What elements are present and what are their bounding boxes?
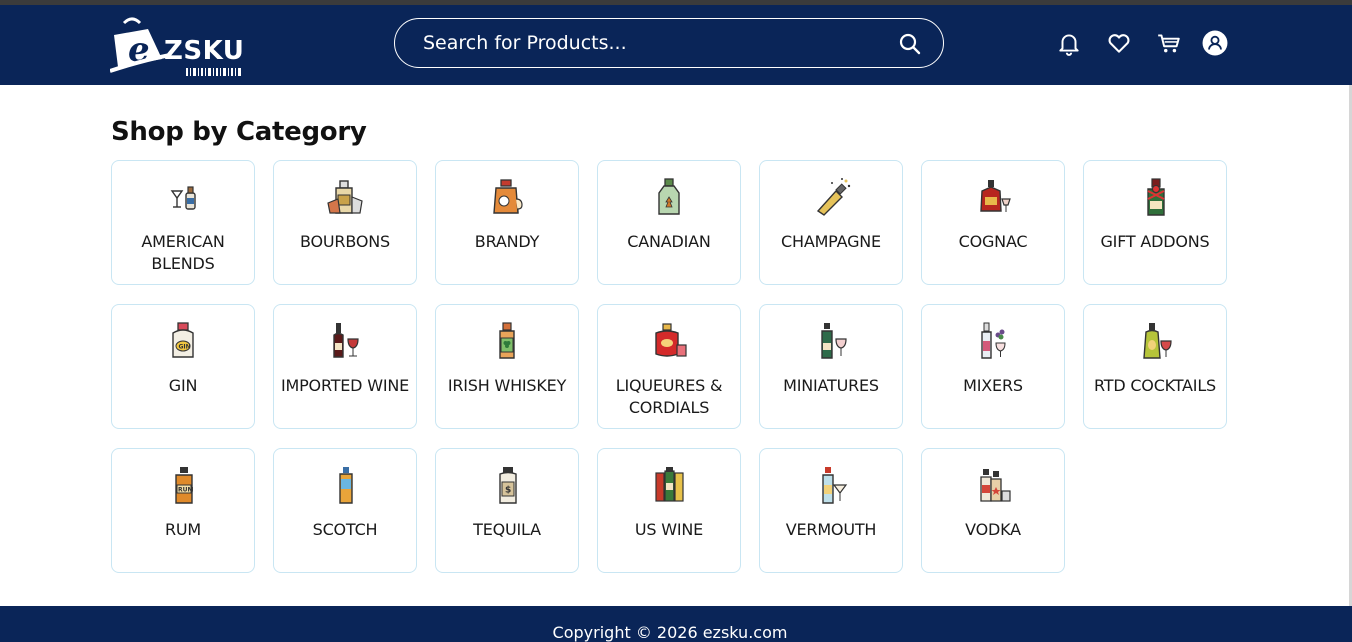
category-label: IMPORTED WINE <box>280 376 410 395</box>
category-label: COGNAC <box>958 232 1028 251</box>
category-card-mixers[interactable]: MIXERS <box>921 304 1065 429</box>
category-label: BRANDY <box>474 232 540 251</box>
rtd-cocktail-icon <box>1143 323 1172 359</box>
category-card-tequila[interactable]: $ TEQUILA <box>435 448 579 573</box>
category-card-irish-whiskey[interactable]: IRISH WHISKEY <box>435 304 579 429</box>
svg-text:$: $ <box>505 486 511 496</box>
category-card-vodka[interactable]: VODKA <box>921 448 1065 573</box>
logo-wordmark: ZSKU <box>164 36 245 66</box>
category-label: CHAMPAGNE <box>781 232 881 251</box>
category-label: LIQUEURES & CORDIALS <box>615 376 723 417</box>
cocktail-bottle-icon <box>170 186 196 210</box>
category-label: VERMOUTH <box>785 520 877 539</box>
category-card-rtd-cocktails[interactable]: RTD COCKTAILS <box>1083 304 1227 429</box>
category-card-brandy[interactable]: BRANDY <box>435 160 579 285</box>
category-label: BOURBONS <box>300 232 390 251</box>
category-grid: AMERICAN BLENDS BOURBONS BRANDY CANADIAN CHA… <box>111 160 1227 573</box>
category-card-cognac[interactable]: COGNAC <box>921 160 1065 285</box>
category-label: VODKA <box>965 520 1021 539</box>
page-title: Shop by Category <box>111 117 367 147</box>
category-label: MINIATURES <box>783 376 879 395</box>
svg-text:GIN: GIN <box>179 344 191 351</box>
copyright-text: Copyright © 2026 ezsku.com <box>552 623 788 642</box>
rum-icon: RUM <box>175 467 193 504</box>
category-card-gin[interactable]: GIN GIN <box>111 304 255 429</box>
gin-icon: GIN <box>172 322 194 358</box>
mini-bottle-icon <box>821 323 847 359</box>
category-label: US WINE <box>634 520 704 539</box>
category-card-gift-addons[interactable]: GIFT ADDONS <box>1083 160 1227 285</box>
category-card-champagne[interactable]: CHAMPAGNE <box>759 160 903 285</box>
champagne-icon <box>816 178 851 216</box>
tequila-icon: $ <box>499 467 517 504</box>
gift-bottle-icon <box>1147 178 1165 216</box>
category-card-miniatures[interactable]: MINIATURES <box>759 304 903 429</box>
maple-bottle-icon <box>658 178 680 215</box>
site-header: e ZSKU <box>0 5 1352 85</box>
user-icon[interactable] <box>1202 30 1228 56</box>
category-label: GIN <box>168 376 198 395</box>
category-label: IRISH WHISKEY <box>447 376 567 395</box>
search-icon[interactable] <box>898 32 922 56</box>
bourbon-icon <box>327 180 363 214</box>
category-card-liqueures-cordials[interactable]: LIQUEURES & CORDIALS <box>597 304 741 429</box>
ezsku-logo[interactable]: e ZSKU <box>109 15 245 77</box>
category-card-scotch[interactable]: SCOTCH <box>273 448 417 573</box>
category-label: MIXERS <box>963 376 1023 395</box>
mixer-icon <box>981 322 1006 359</box>
cognac-icon <box>980 180 1011 212</box>
us-wine-icon <box>655 467 684 502</box>
search-bar[interactable] <box>394 18 944 68</box>
shamrock-bottle-icon <box>499 322 515 359</box>
vermouth-icon <box>822 467 848 504</box>
bell-icon[interactable] <box>1056 30 1082 56</box>
svg-text:RUM: RUM <box>178 487 193 494</box>
vodka-icon <box>980 469 1011 502</box>
category-label: RUM <box>164 520 202 539</box>
category-card-bourbons[interactable]: BOURBONS <box>273 160 417 285</box>
brandy-icon <box>493 179 523 214</box>
search-input[interactable] <box>423 29 873 57</box>
cart-icon[interactable] <box>1156 30 1182 56</box>
category-label: GIFT ADDONS <box>1100 232 1210 251</box>
category-label: CANADIAN <box>627 232 711 251</box>
category-card-us-wine[interactable]: US WINE <box>597 448 741 573</box>
category-label: AMERICAN BLENDS <box>141 232 225 273</box>
category-card-imported-wine[interactable]: IMPORTED WINE <box>273 304 417 429</box>
category-label: SCOTCH <box>312 520 378 539</box>
category-card-canadian[interactable]: CANADIAN <box>597 160 741 285</box>
barcode-icon <box>186 68 241 76</box>
heart-icon[interactable] <box>1106 30 1132 56</box>
wine-icon <box>333 323 359 358</box>
scotch-icon <box>339 467 353 504</box>
category-card-vermouth[interactable]: VERMOUTH <box>759 448 903 573</box>
category-card-american-blends[interactable]: AMERICAN BLENDS <box>111 160 255 285</box>
category-label: RTD COCKTAILS <box>1094 376 1216 395</box>
site-footer: Copyright © 2026 ezsku.com <box>0 606 1352 642</box>
category-label: TEQUILA <box>473 520 541 539</box>
category-card-rum[interactable]: RUM RUM <box>111 448 255 573</box>
liqueur-icon <box>655 323 687 357</box>
